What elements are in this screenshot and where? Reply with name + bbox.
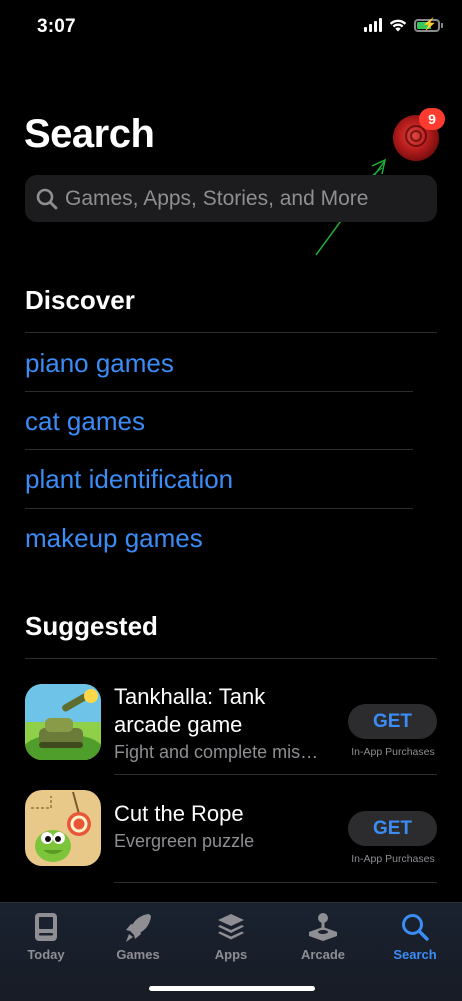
divider xyxy=(114,882,437,883)
tab-label: Apps xyxy=(214,947,248,962)
app-title[interactable]: Tankhalla: Tank arcade game xyxy=(114,683,334,739)
tab-label: Games xyxy=(116,947,160,962)
search-field[interactable] xyxy=(25,175,437,222)
in-app-purchases-note: In-App Purchases xyxy=(351,746,435,758)
tab-apps[interactable]: Apps xyxy=(185,903,277,973)
discover-item[interactable]: makeup games xyxy=(25,523,203,554)
notification-badge: 9 xyxy=(419,108,445,130)
tab-label: Today xyxy=(27,947,65,962)
suggested-title: Suggested xyxy=(25,611,158,641)
tab-arcade[interactable]: Arcade xyxy=(277,903,369,973)
app-subtitle: Fight and complete missions xyxy=(114,742,326,762)
search-icon xyxy=(402,914,429,941)
page-title: Search xyxy=(24,112,155,156)
discover-title: Discover xyxy=(25,285,135,315)
search-input[interactable] xyxy=(65,175,427,222)
tab-games[interactable]: Games xyxy=(92,903,184,973)
tab-label: Arcade xyxy=(300,947,346,962)
status-time: 3:07 xyxy=(37,16,76,37)
joystick-icon xyxy=(309,913,337,941)
search-icon xyxy=(36,188,58,210)
divider xyxy=(25,391,413,392)
divider xyxy=(25,449,413,450)
get-button[interactable]: GET xyxy=(348,704,437,739)
today-icon xyxy=(35,913,57,941)
divider xyxy=(25,332,437,333)
rocket-icon xyxy=(126,914,151,942)
divider xyxy=(25,508,413,509)
app-title[interactable]: Cut the Rope xyxy=(114,800,334,828)
divider xyxy=(114,774,437,775)
divider xyxy=(25,658,437,659)
wifi-icon xyxy=(389,19,407,32)
discover-item[interactable]: piano games xyxy=(25,348,174,379)
tab-label: Search xyxy=(393,947,437,962)
status-bar: 3:07 ⚡ xyxy=(0,0,462,56)
home-indicator[interactable] xyxy=(149,986,315,991)
tab-today[interactable]: Today xyxy=(0,903,92,973)
battery-icon: ⚡ xyxy=(414,18,443,32)
tankhalla-app-icon[interactable] xyxy=(25,684,101,760)
get-button[interactable]: GET xyxy=(348,811,437,846)
app-subtitle: Evergreen puzzle xyxy=(114,831,255,851)
layers-icon xyxy=(218,914,244,940)
cellular-signal-icon xyxy=(364,18,382,32)
in-app-purchases-note: In-App Purchases xyxy=(351,853,435,865)
cut-the-rope-app-icon[interactable] xyxy=(25,790,101,866)
status-icons: ⚡ xyxy=(364,18,443,32)
tab-search[interactable]: Search xyxy=(369,903,461,973)
discover-item[interactable]: plant identification xyxy=(25,464,233,495)
discover-item[interactable]: cat games xyxy=(25,406,145,437)
